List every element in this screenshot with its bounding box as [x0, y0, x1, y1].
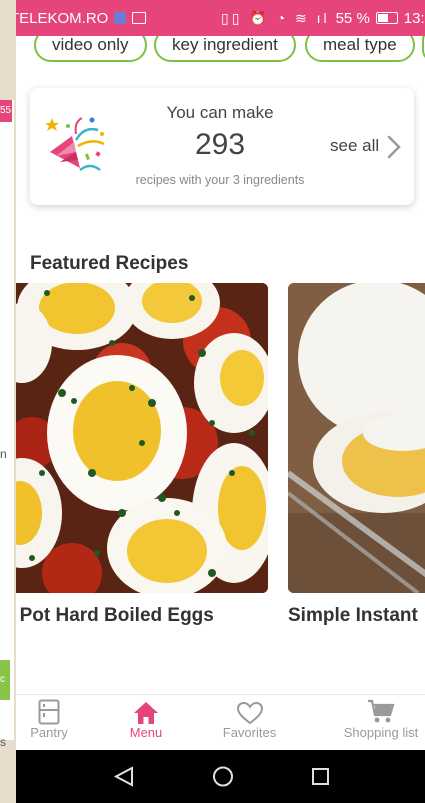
- status-bar: TELEKOM.RO ▯▯ ⏰ ◔ ≋ ıl 55 % 13:4: [16, 0, 425, 36]
- home-icon: [134, 702, 158, 724]
- featured-heading: Featured Recipes: [30, 253, 189, 274]
- background-app-screen: [0, 100, 14, 740]
- bottom-tab-bar: Pantry Menu Favorites Shopping list: [16, 694, 425, 751]
- back-icon[interactable]: [113, 766, 133, 787]
- see-all-link[interactable]: see all: [330, 136, 379, 156]
- tab-label: Menu: [129, 725, 163, 740]
- background-app-header: 55: [0, 100, 12, 122]
- background-app-strip: 55 n c s: [0, 0, 16, 803]
- party-popper-icon: [46, 117, 105, 172]
- background-app-text: n: [0, 447, 7, 461]
- background-app-text-2: s: [0, 735, 6, 749]
- message-icon: [132, 12, 147, 24]
- tab-shopping-list[interactable]: Shopping list: [334, 695, 425, 751]
- clock: 13:4: [403, 9, 425, 27]
- tab-label: Favorites: [222, 725, 277, 740]
- recipe-title-hard-boiled-eggs[interactable]: t Pot Hard Boiled Eggs: [16, 605, 214, 627]
- recipe-image-simple-instant[interactable]: [288, 283, 425, 593]
- carrier-label: TELEKOM.RO: [16, 9, 109, 27]
- system-nav-bar: [16, 750, 425, 803]
- recents-icon[interactable]: [312, 768, 329, 785]
- tab-label: Pantry: [30, 725, 68, 740]
- battery-percent: 55 %: [335, 9, 370, 27]
- recipes-available-card[interactable]: You can make 293 recipes with your 3 ing…: [30, 88, 414, 205]
- home-circle-icon[interactable]: [213, 766, 233, 787]
- recipe-image-hard-boiled-eggs[interactable]: [16, 283, 268, 593]
- recipe-title-simple-instant[interactable]: Simple Instant: [288, 605, 418, 627]
- tab-pantry[interactable]: Pantry: [16, 695, 82, 751]
- tab-menu[interactable]: Menu: [116, 695, 176, 751]
- cart-icon: [368, 699, 395, 723]
- tab-label: Shopping list: [343, 725, 419, 740]
- eggs-photo: [16, 283, 268, 593]
- eggs-photo-2: [288, 283, 425, 593]
- shield-icon: [114, 12, 127, 24]
- card-subtitle: recipes with your 3 ingredients: [135, 173, 305, 187]
- recipe-count: 293: [194, 128, 246, 161]
- background-app-button: c: [0, 660, 10, 700]
- battery-icon: [375, 12, 398, 24]
- tab-favorites[interactable]: Favorites: [212, 695, 287, 751]
- fridge-icon: [38, 699, 60, 725]
- chevron-right-icon[interactable]: [386, 134, 402, 160]
- card-heading: You can make: [166, 103, 274, 122]
- status-icons: ▯▯ ⏰ ◔ ≋ ıl: [221, 9, 330, 26]
- app-screen: video only key ingredient meal type TELE…: [16, 0, 425, 803]
- heart-icon: [236, 701, 263, 725]
